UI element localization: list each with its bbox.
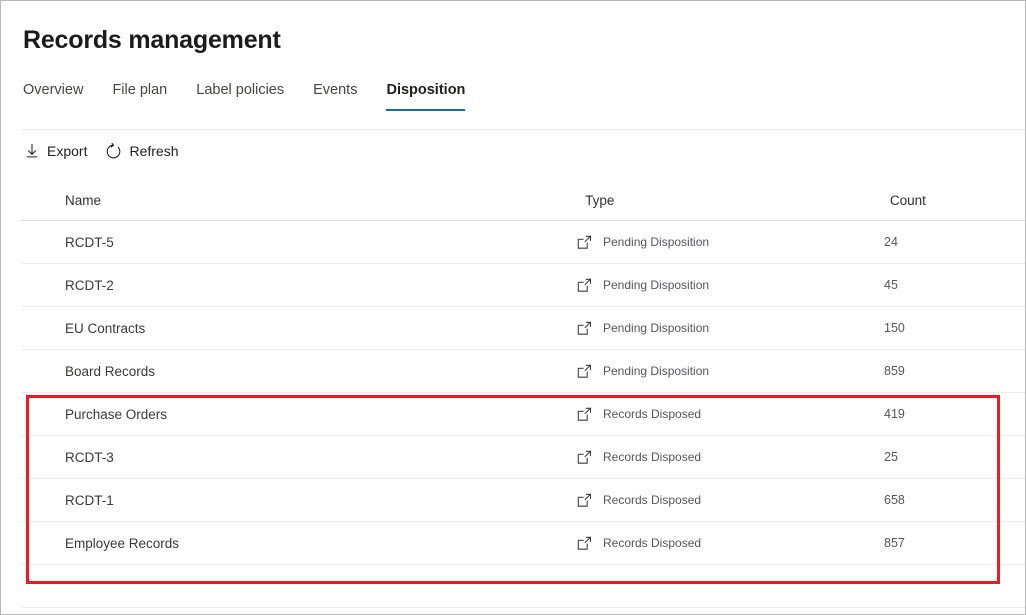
cell-count: 419	[884, 407, 1026, 421]
type-label: Records Disposed	[603, 493, 701, 507]
table-body: RCDT-5 Pending Disposition 24 RCDT-2 Pending…	[21, 221, 1026, 565]
type-label: Pending Disposition	[603, 235, 709, 249]
open-in-new-window-icon[interactable]	[576, 363, 593, 380]
cell-count: 658	[884, 493, 1026, 507]
open-in-new-window-icon[interactable]	[576, 234, 593, 251]
column-header-name[interactable]: Name	[21, 193, 545, 208]
open-in-new-window-icon[interactable]	[576, 535, 593, 552]
table-row-empty	[21, 565, 1026, 608]
cell-name[interactable]: RCDT-3	[21, 450, 566, 465]
column-header-type[interactable]: Type	[545, 193, 890, 208]
cell-count: 857	[884, 536, 1026, 550]
type-label: Pending Disposition	[603, 278, 709, 292]
type-label: Pending Disposition	[603, 364, 709, 378]
type-label: Records Disposed	[603, 450, 701, 464]
open-in-new-window-icon[interactable]	[576, 492, 593, 509]
records-management-screen: Records management Overview File plan Labe…	[0, 0, 1026, 615]
cell-count: 24	[884, 235, 1026, 249]
table-row[interactable]: Employee Records Records Disposed 857	[21, 522, 1026, 565]
open-in-new-window-icon[interactable]	[576, 406, 593, 423]
command-bar: Export Refresh	[23, 141, 179, 161]
type-label: Records Disposed	[603, 536, 701, 550]
table-row[interactable]: RCDT-3 Records Disposed 25	[21, 436, 1026, 479]
cell-name[interactable]: Purchase Orders	[21, 407, 566, 422]
cell-count: 45	[884, 278, 1026, 292]
open-in-new-window-icon[interactable]	[576, 277, 593, 294]
export-button[interactable]: Export	[23, 141, 87, 161]
cell-name[interactable]: EU Contracts	[21, 321, 566, 336]
cell-name[interactable]: Board Records	[21, 364, 566, 379]
cell-name[interactable]: RCDT-2	[21, 278, 566, 293]
cell-type: Pending Disposition	[566, 320, 884, 337]
tab-disposition[interactable]: Disposition	[386, 80, 465, 111]
cell-count: 859	[884, 364, 1026, 378]
open-in-new-window-icon[interactable]	[576, 449, 593, 466]
export-label: Export	[47, 141, 87, 161]
table-row[interactable]: Purchase Orders Records Disposed 419	[21, 393, 1026, 436]
tabs-divider	[21, 129, 1025, 130]
refresh-icon	[105, 143, 122, 160]
disposition-table: Name Type Count RCDT-5 Pending Dispositio…	[21, 181, 1026, 608]
cell-type: Pending Disposition	[566, 363, 884, 380]
table-row[interactable]: EU Contracts Pending Disposition 150	[21, 307, 1026, 350]
cell-count: 25	[884, 450, 1026, 464]
cell-count: 150	[884, 321, 1026, 335]
tab-events[interactable]: Events	[313, 80, 374, 111]
table-row[interactable]: RCDT-1 Records Disposed 658	[21, 479, 1026, 522]
table-row[interactable]: Board Records Pending Disposition 859	[21, 350, 1026, 393]
cell-name[interactable]: RCDT-5	[21, 235, 566, 250]
tab-overview[interactable]: Overview	[23, 80, 100, 111]
cell-type: Pending Disposition	[566, 277, 884, 294]
cell-type: Records Disposed	[566, 406, 884, 423]
tab-label-policies[interactable]: Label policies	[196, 80, 301, 111]
tab-file-plan[interactable]: File plan	[112, 80, 184, 111]
cell-type: Records Disposed	[566, 535, 884, 552]
tab-bar: Overview File plan Label policies Events Dis…	[23, 80, 465, 111]
table-row[interactable]: RCDT-5 Pending Disposition 24	[21, 221, 1026, 264]
cell-type: Records Disposed	[566, 449, 884, 466]
refresh-label: Refresh	[129, 141, 178, 161]
page-title: Records management	[23, 26, 281, 55]
cell-type: Records Disposed	[566, 492, 884, 509]
column-header-count[interactable]: Count	[890, 193, 1026, 208]
refresh-button[interactable]: Refresh	[105, 141, 178, 161]
type-label: Pending Disposition	[603, 321, 709, 335]
type-label: Records Disposed	[603, 407, 701, 421]
table-header-row: Name Type Count	[21, 181, 1026, 221]
cell-name[interactable]: RCDT-1	[21, 493, 566, 508]
open-in-new-window-icon[interactable]	[576, 320, 593, 337]
table-row[interactable]: RCDT-2 Pending Disposition 45	[21, 264, 1026, 307]
cell-type: Pending Disposition	[566, 234, 884, 251]
download-icon	[23, 143, 40, 160]
cell-name[interactable]: Employee Records	[21, 536, 566, 551]
